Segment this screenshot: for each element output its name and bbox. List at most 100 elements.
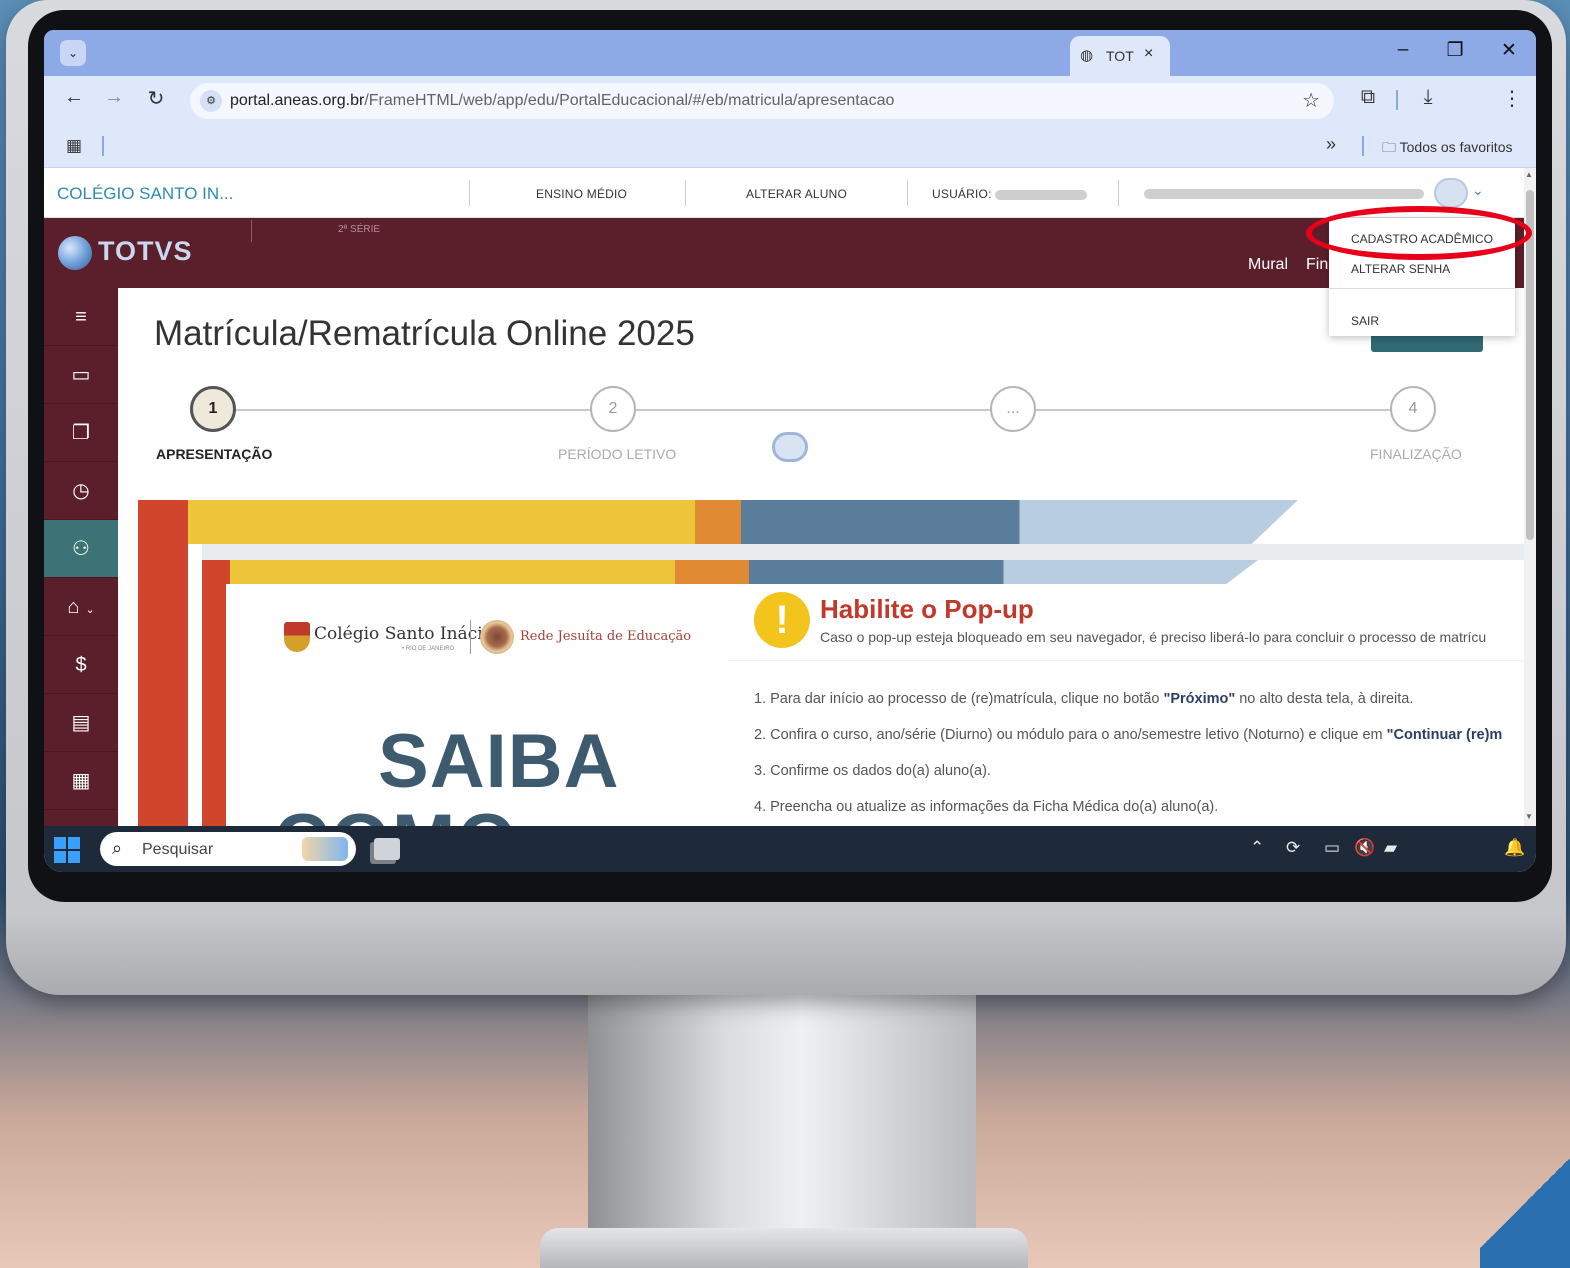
- step-3-circle[interactable]: ...: [990, 386, 1036, 432]
- instruction-item: 1. Para dar início ao processo de (re)ma…: [754, 691, 1413, 707]
- sidebar-item-clock[interactable]: ◷: [44, 462, 118, 520]
- chevron-up-icon[interactable]: ⌃: [1250, 838, 1264, 858]
- folder-icon[interactable]: ▰: [1384, 838, 1397, 858]
- taskbar-search[interactable]: ⌕ Pesquisar: [100, 832, 356, 866]
- taskbar: ⌕ Pesquisar ⌃ ⟳ ▭ 🔇 ▰ 🔔: [44, 826, 1536, 872]
- step-1-circle[interactable]: 1: [190, 386, 236, 432]
- address-bar[interactable]: ⚙ portal.aneas.org.br/FrameHTML/web/app/…: [190, 83, 1334, 119]
- user-avatar[interactable]: [1434, 178, 1468, 208]
- sidebar-item-enrollment[interactable]: ⚇: [44, 520, 118, 578]
- layout-icon: ▦: [71, 770, 91, 792]
- toolbar-divider: [1396, 90, 1398, 110]
- bell-icon[interactable]: 🔔: [1504, 838, 1525, 858]
- menu-item-alterar-senha[interactable]: ALTERAR SENHA: [1351, 262, 1450, 276]
- minimize-button[interactable]: –: [1388, 39, 1418, 61]
- bookmark-star-icon[interactable]: ☆: [1302, 88, 1320, 113]
- student-name-blurred: [1144, 189, 1424, 199]
- instruction-text: 4. Preencha ou atualize as informações d…: [754, 799, 1219, 815]
- tab-close-button[interactable]: ×: [1144, 45, 1153, 63]
- instruction-bold: "Continuar (re)m: [1386, 727, 1503, 743]
- step-2-label: PERÍODO LETIVO: [558, 446, 677, 462]
- sidebar-item-layout[interactable]: ▦: [44, 752, 118, 810]
- step-4-circle[interactable]: 4: [1390, 386, 1436, 432]
- tab-list-button[interactable]: ⌄: [60, 40, 86, 66]
- change-student-button[interactable]: ALTERAR ALUNO: [746, 187, 847, 201]
- instruction-banner: Colégio Santo Inácio • RIO DE JANEIRO Re…: [138, 500, 1524, 826]
- all-bookmarks-folder[interactable]: 🗀 Todos os favoritos: [1382, 137, 1512, 161]
- sidebar-item-files[interactable]: ▤: [44, 694, 118, 752]
- scroll-up-icon[interactable]: ▲: [1525, 170, 1533, 179]
- page-title: Matrícula/Rematrícula Online 2025: [154, 314, 695, 353]
- reload-button[interactable]: ↻: [142, 86, 170, 111]
- browser-toolbar: ← → ↻ ⚙ portal.aneas.org.br/FrameHTML/we…: [44, 76, 1536, 124]
- all-bookmarks-label: Todos os favoritos: [1399, 139, 1513, 155]
- apps-grid-icon[interactable]: ▦: [66, 136, 82, 156]
- scroll-thumb[interactable]: [1526, 190, 1534, 540]
- brand-name: TOTVS: [98, 236, 193, 266]
- highlight-ring: [1306, 206, 1532, 260]
- speaker-muted-icon[interactable]: 🔇: [1354, 838, 1375, 858]
- instruction-list: 1. Para dar início ao processo de (re)ma…: [728, 660, 1524, 826]
- page-scrollbar[interactable]: ▲ ▼: [1524, 168, 1536, 826]
- site-info-icon[interactable]: ⚙: [200, 90, 222, 112]
- download-icon[interactable]: ⤓: [1414, 86, 1442, 109]
- forward-button[interactable]: →: [100, 86, 128, 109]
- extensions-icon[interactable]: ⧉: [1354, 86, 1382, 109]
- stepper-line: [236, 409, 594, 411]
- monitor-base: [540, 1228, 1028, 1268]
- grade-label: 2ª SÉRIE: [338, 224, 381, 235]
- education-level-button[interactable]: ENSINO MÉDIO: [536, 187, 627, 201]
- restore-button[interactable]: ❐: [1440, 39, 1470, 62]
- user-label: USUÁRIO:: [932, 187, 992, 201]
- monitor-stand: [588, 995, 976, 1235]
- sidebar-item-financial[interactable]: $: [44, 636, 118, 694]
- scroll-down-icon[interactable]: ▼: [1525, 812, 1533, 821]
- headline-como-fazer: COMO FAZER: [274, 798, 736, 826]
- chevron-down-icon: ⌄: [85, 604, 95, 616]
- display-icon[interactable]: ▭: [1324, 838, 1340, 858]
- school-name[interactable]: COLÉGIO SANTO IN...: [57, 184, 233, 204]
- main-content: Matrícula/Rematrícula Online 2025 1 2 ..…: [118, 288, 1524, 826]
- screen: ⌄ ◍ TOT × – ❐ ✕ ← → ↻ ⚙ portal.aneas.org…: [44, 30, 1536, 872]
- nav-link-financeiro[interactable]: Fin: [1306, 256, 1328, 274]
- kebab-menu-icon[interactable]: ⋮: [1498, 86, 1526, 111]
- totvs-logo: [58, 236, 92, 270]
- sidebar-item-monitor[interactable]: ▭: [44, 346, 118, 404]
- school-crest-icon: [284, 622, 310, 652]
- instruction-text: 1. Para dar início ao processo de (re)ma…: [754, 691, 1164, 707]
- step-2-circle[interactable]: 2: [590, 386, 636, 432]
- url-text[interactable]: portal.aneas.org.br/FrameHTML/web/app/ed…: [230, 92, 894, 110]
- sidebar: ≡ ▭ ❐ ◷ ⚇ ⌂ ⌄ $ ▤ ▦: [44, 288, 118, 826]
- browser-tab[interactable]: ◍ TOT ×: [1070, 36, 1170, 76]
- background-stripe: [1480, 1138, 1570, 1268]
- menu-item-sair[interactable]: SAIR: [1351, 314, 1379, 328]
- sync-icon[interactable]: ⟳: [1286, 838, 1300, 858]
- chevron-down-icon[interactable]: ⌄: [1472, 182, 1484, 199]
- windows-start-icon[interactable]: [54, 837, 80, 863]
- divider: [685, 180, 686, 206]
- folder-icon: 🗀: [1382, 139, 1400, 155]
- back-button[interactable]: ←: [60, 86, 88, 109]
- stepper-line: [1036, 409, 1394, 411]
- bookmarks-divider: [1362, 136, 1364, 156]
- dollar-icon: $: [75, 654, 87, 676]
- instruction-text: no alto desta tela, à direita.: [1235, 691, 1414, 707]
- bookmarks-more-button[interactable]: »: [1326, 134, 1336, 155]
- floating-avatar: [772, 432, 808, 462]
- logo-divider: [470, 620, 471, 654]
- close-window-button[interactable]: ✕: [1494, 39, 1524, 62]
- sidebar-item-documents[interactable]: ❐: [44, 404, 118, 462]
- sidebar-item-academic[interactable]: ⌂ ⌄: [44, 578, 118, 636]
- school-logo-sub: • RIO DE JANEIRO: [402, 646, 455, 652]
- globe-icon: ◍: [1080, 47, 1094, 64]
- user-field: USUÁRIO:: [932, 187, 1088, 201]
- headline-saiba: SAIBA: [378, 719, 620, 804]
- task-view-icon[interactable]: [374, 838, 400, 860]
- instruction-bold: "Próximo": [1163, 691, 1236, 707]
- menu-divider: [1329, 288, 1515, 289]
- sidebar-item-menu[interactable]: ≡: [44, 288, 118, 346]
- nav-link-mural[interactable]: Mural: [1248, 256, 1288, 274]
- instruction-item: 3. Confirme os dados do(a) aluno(a).: [754, 763, 991, 779]
- exclamation-icon: !: [754, 592, 810, 648]
- portal-top-bar: COLÉGIO SANTO IN... ENSINO MÉDIO ALTERAR…: [44, 168, 1536, 218]
